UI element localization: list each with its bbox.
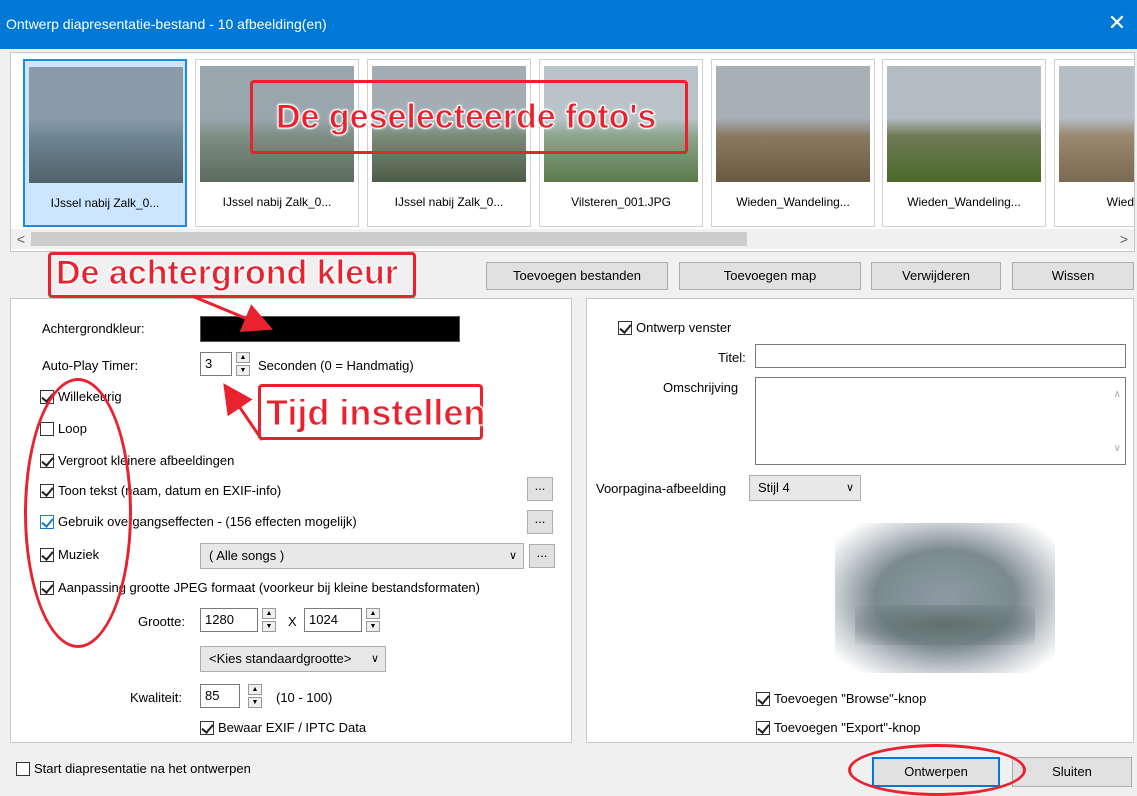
arrow-to-timer [223,383,264,441]
annotation-arrows [191,294,274,441]
arrow-to-background-color [191,294,274,332]
